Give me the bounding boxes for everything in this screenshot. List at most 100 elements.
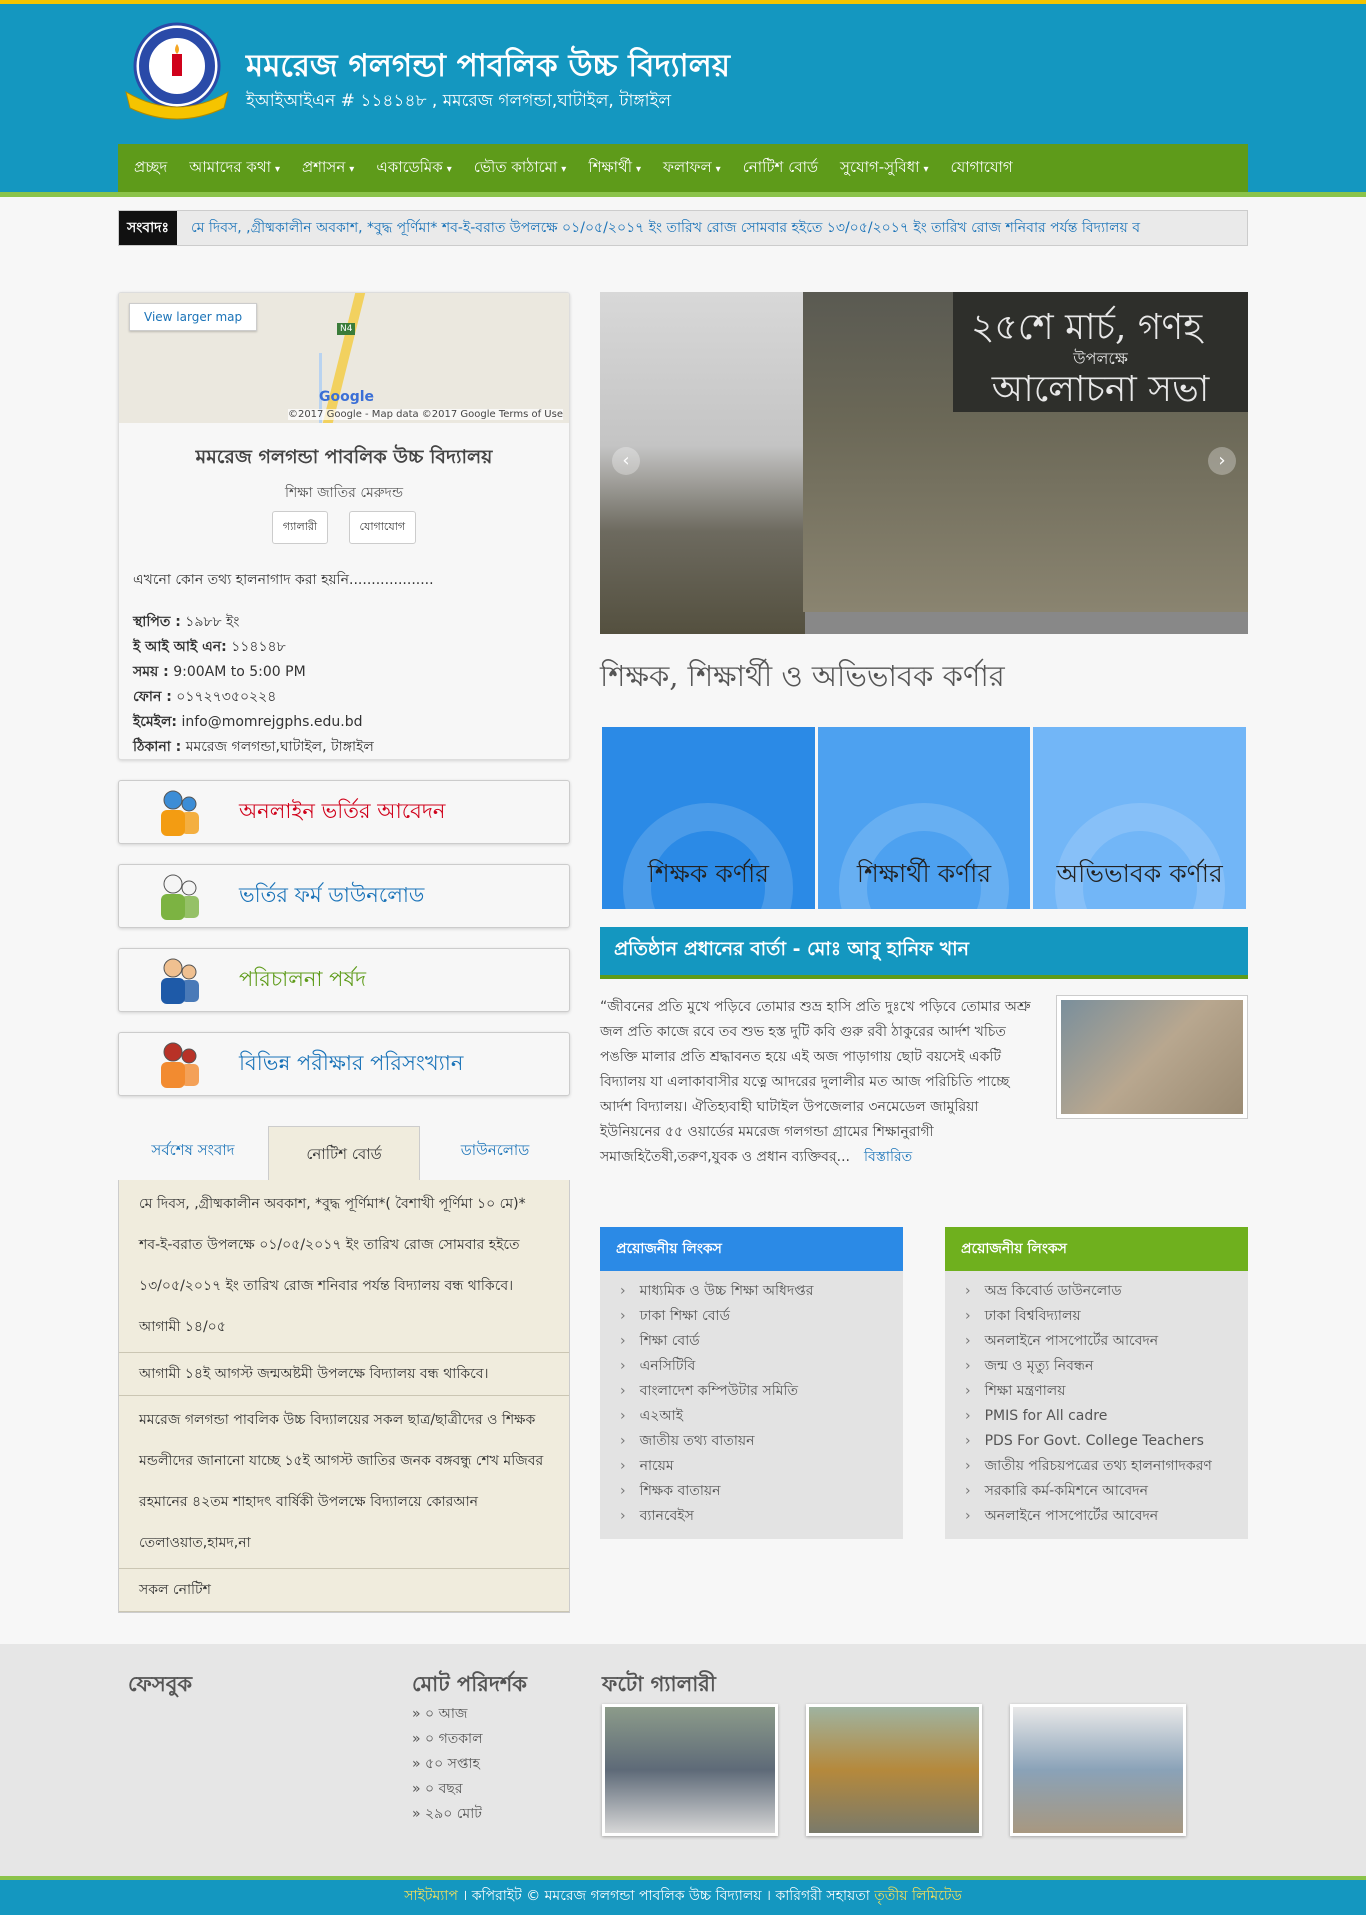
- ticker-text[interactable]: মে দিবস, ,গ্রীষ্মকালীন অবকাশ, *বুদ্ধ পূর…: [177, 216, 1140, 240]
- nav-item[interactable]: সুযোগ-সুবিধা ▾: [840, 156, 929, 181]
- map-attribution[interactable]: ©2017 Google - Map data ©2017 Google Ter…: [287, 409, 563, 420]
- caret-down-icon: ▾: [715, 163, 721, 175]
- left-column: N4 View larger map Google ©2017 Google -…: [118, 292, 570, 1613]
- quick-link[interactable]: বিভিন্ন পরীক্ষার পরিসংখ্যান: [118, 1032, 570, 1096]
- info-note: এখনো কোন তথ্য হালনাগাদ করা হয়নি........…: [133, 572, 434, 588]
- useful-link[interactable]: এনসিটিবি: [620, 1354, 883, 1379]
- corner-tile[interactable]: অভিভাবক কর্ণার: [1033, 727, 1247, 909]
- useful-link[interactable]: জন্ম ও মৃত্যু নিবন্ধন: [965, 1354, 1228, 1379]
- eiin-label: ই আই আই এন:: [133, 639, 227, 655]
- quick-link-label: ভর্তির ফর্ম ডাউনলোড: [239, 882, 425, 907]
- location-map[interactable]: N4 View larger map Google ©2017 Google -…: [119, 293, 569, 423]
- corner-tile-label: শিক্ষক কর্ণার: [647, 859, 769, 888]
- useful-link[interactable]: এ২আই: [620, 1404, 883, 1429]
- corner-tile[interactable]: শিক্ষক কর্ণার: [602, 727, 815, 909]
- gallery-button[interactable]: গ্যালারী: [271, 511, 329, 544]
- useful-link[interactable]: শিক্ষা বোর্ড: [620, 1329, 883, 1354]
- notice-item[interactable]: মে দিবস, ,গ্রীষ্মকালীন অবকাশ, *বুদ্ধ পূর…: [119, 1180, 569, 1353]
- address-label: ঠিকানা :: [133, 739, 182, 755]
- quick-link-label: বিভিন্ন পরীক্ষার পরিসংখ্যান: [239, 1050, 464, 1075]
- view-larger-map-button[interactable]: View larger map: [129, 303, 258, 331]
- nav-item[interactable]: ফলাফল ▾: [663, 156, 721, 181]
- nav-item-label: ভৌত কাঠামো: [473, 157, 558, 176]
- nav-item[interactable]: একাডেমিক ▾: [376, 156, 451, 181]
- useful-link[interactable]: বাংলাদেশ কম্পিউটার সমিতি: [620, 1379, 883, 1404]
- nav-item-label: প্রশাসন: [301, 157, 346, 176]
- nav-item[interactable]: ভৌত কাঠামো ▾: [474, 156, 567, 181]
- links-box-right: প্রয়োজনীয় লিংকস অভ্র কিবোর্ড ডাউনলোডঢা…: [945, 1227, 1248, 1539]
- links-box-left: প্রয়োজনীয় লিংকস মাধ্যমিক ও উচ্চ শিক্ষা…: [600, 1227, 903, 1539]
- notice-item[interactable]: আগামী ১৪ই আগস্ট জন্মঅষ্টমী উপলক্ষে বিদ্য…: [119, 1353, 569, 1396]
- useful-link[interactable]: PMIS for All cadre: [965, 1404, 1228, 1429]
- head-message: “জীবনের প্রতি মুখে পড়িবে তোমার শুভ্র হা…: [600, 995, 1248, 1205]
- school-logo[interactable]: [120, 22, 234, 122]
- read-more-link[interactable]: বিস্তারিত: [864, 1149, 912, 1165]
- useful-link[interactable]: শিক্ষা মন্ত্রণালয়: [965, 1379, 1228, 1404]
- gallery-photo[interactable]: [806, 1704, 982, 1836]
- nav-item-label: প্রচ্ছদ: [134, 157, 168, 176]
- gallery-photo[interactable]: [1010, 1704, 1186, 1836]
- useful-link[interactable]: ঢাকা বিশ্ববিদ্যালয়: [965, 1304, 1228, 1329]
- quick-link-icon: [119, 1038, 239, 1090]
- info-buttons: গ্যালারী যোগাযোগ: [119, 511, 569, 544]
- image-slider[interactable]: ২৫শে মার্চ, গণহ উপলক্ষে আলোচনা সভা ‹ ›: [600, 292, 1248, 634]
- useful-link[interactable]: অভ্র কিবোর্ড ডাউনলোড: [965, 1279, 1228, 1304]
- tab-latest-news[interactable]: সর্বশেষ সংবাদ: [118, 1139, 268, 1180]
- quick-link-icon: [119, 954, 239, 1006]
- road-label: N4: [337, 323, 356, 335]
- notice-item[interactable]: মমরেজ গলগন্ডা পাবলিক উচ্চ বিদ্যালয়ের সক…: [119, 1396, 569, 1569]
- header-divider: [0, 192, 1366, 197]
- photo-fill: [1061, 1000, 1243, 1114]
- nav-item[interactable]: শিক্ষার্থী ▾: [588, 156, 641, 181]
- slider-next-icon[interactable]: ›: [1208, 447, 1236, 475]
- nav-item[interactable]: প্রশাসন ▾: [302, 156, 354, 181]
- established-label: স্থাপিত :: [133, 614, 181, 630]
- quick-link-icon: [119, 870, 239, 922]
- useful-link[interactable]: সরকারি কর্ম-কমিশনে আবেদন: [965, 1479, 1228, 1504]
- vendor-link[interactable]: তৃতীয় লিমিটেড: [874, 1888, 962, 1904]
- people-icon: [161, 790, 199, 836]
- links-right-list: অভ্র কিবোর্ড ডাউনলোডঢাকা বিশ্ববিদ্যালয়অ…: [945, 1271, 1248, 1539]
- gallery-photo[interactable]: [602, 1704, 778, 1836]
- useful-link[interactable]: নায়েম: [620, 1454, 883, 1479]
- contact-button[interactable]: যোগাযোগ: [348, 511, 417, 544]
- corner-title: শিক্ষক, শিক্ষার্থী ও অভিভাবক কর্ণার: [600, 659, 1005, 693]
- quick-link-label: পরিচালনা পর্ষদ: [239, 966, 367, 991]
- tab-download[interactable]: ডাউনলোড: [420, 1139, 570, 1180]
- head-message-body-wrap: “জীবনের প্রতি মুখে পড়িবে তোমার শুভ্র হা…: [600, 995, 1040, 1170]
- tab-notice-board[interactable]: নোটিশ বোর্ড: [268, 1126, 420, 1180]
- head-teacher-photo: [1056, 995, 1248, 1119]
- nav-item[interactable]: নোটিশ বোর্ড: [743, 156, 818, 181]
- nav-item[interactable]: প্রচ্ছদ: [134, 156, 167, 181]
- nav-item[interactable]: আমাদের কথা ▾: [189, 156, 280, 181]
- quick-link[interactable]: ভর্তির ফর্ম ডাউনলোড: [118, 864, 570, 928]
- phone-value: ০১৭২৭৩৫০২২৪: [176, 689, 277, 705]
- sitemap-link[interactable]: সাইটম্যাপ: [404, 1888, 458, 1904]
- useful-link[interactable]: শিক্ষক বাতায়ন: [620, 1479, 883, 1504]
- nav-item[interactable]: যোগাযোগ: [951, 156, 1013, 181]
- visitor-stat: ৫০ সপ্তাহ: [412, 1752, 483, 1777]
- useful-link[interactable]: PDS For Govt. College Teachers: [965, 1429, 1228, 1454]
- corner-tile-label: শিক্ষার্থী কর্ণার: [856, 859, 992, 888]
- head-message-title: প্রতিষ্ঠান প্রধানের বার্তা - মোঃ আবু হান…: [600, 927, 1248, 979]
- useful-link[interactable]: জাতীয় পরিচয়পত্রের তথ্য হালনাগাদকরণ: [965, 1454, 1228, 1479]
- address-value: মমরেজ গলগন্ডা,ঘাটাইল, টাঙ্গাইল: [185, 739, 374, 755]
- slider-prev-icon[interactable]: ‹: [612, 447, 640, 475]
- eiin-value: ১১৪১৪৮: [231, 639, 286, 655]
- slide-photo-meeting: ২৫শে মার্চ, গণহ উপলক্ষে আলোচনা সভা: [803, 292, 1248, 612]
- useful-link[interactable]: মাধ্যমিক ও উচ্চ শিক্ষা অধিদপ্তর: [620, 1279, 883, 1304]
- useful-link[interactable]: ব্যানবেইস: [620, 1504, 883, 1529]
- useful-link[interactable]: ঢাকা শিক্ষা বোর্ড: [620, 1304, 883, 1329]
- all-notices-link[interactable]: সকল নোটিশ: [119, 1569, 569, 1612]
- corner-tile[interactable]: শিক্ষার্থী কর্ণার: [817, 727, 1031, 909]
- useful-link[interactable]: অনলাইনে পাসপোর্টের আবেদন: [965, 1504, 1228, 1529]
- ticker-label: সংবাদঃ: [119, 211, 177, 245]
- board-line: উপলক্ষে: [1073, 349, 1128, 368]
- caret-down-icon: ▾: [349, 163, 355, 175]
- visitor-stat: ০ গতকাল: [412, 1727, 483, 1752]
- email-value: info@momrejgphs.edu.bd: [181, 714, 363, 730]
- useful-link[interactable]: জাতীয় তথ্য বাতায়ন: [620, 1429, 883, 1454]
- quick-link[interactable]: পরিচালনা পর্ষদ: [118, 948, 570, 1012]
- useful-link[interactable]: অনলাইনে পাসপোর্টের আবেদন: [965, 1329, 1228, 1354]
- quick-link[interactable]: অনলাইন ভর্তির আবেদন: [118, 780, 570, 844]
